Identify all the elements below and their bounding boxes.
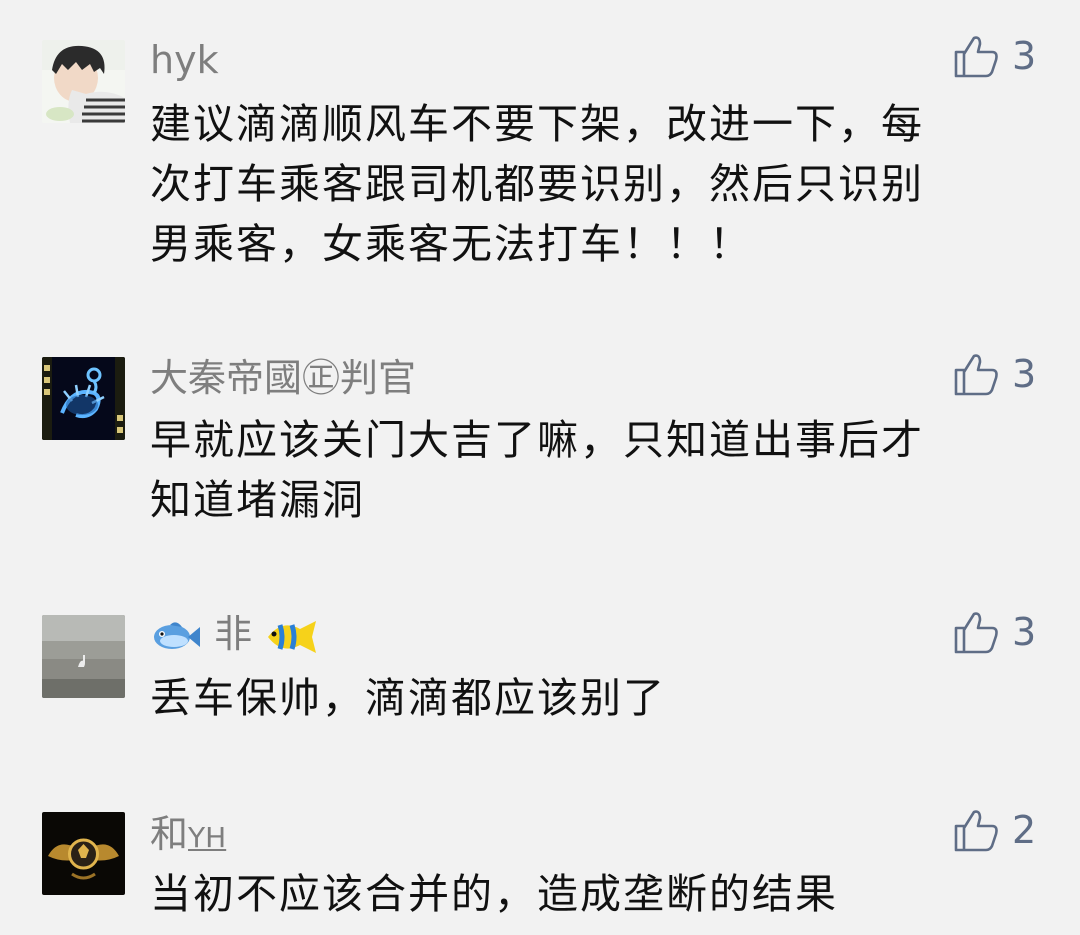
thumbs-up-icon xyxy=(954,810,998,852)
comment-list: hyk 3 建议滴滴顺风车不要下架，改进一下，每 次打车乘客跟司机都要识别，然后… xyxy=(0,0,1080,935)
username-main: 和 xyxy=(150,812,189,856)
comment-item: 和YH 2 当初不应该合并的，造成垄断的结果 xyxy=(0,0,1080,935)
username[interactable]: 和YH xyxy=(150,812,226,860)
username-suffix: YH xyxy=(188,821,227,854)
comment-text: 当初不应该合并的，造成垄断的结果 xyxy=(150,870,838,918)
like-count: 2 xyxy=(1012,808,1037,852)
avatar[interactable] xyxy=(42,812,125,895)
like-button[interactable]: 2 xyxy=(952,806,1052,856)
